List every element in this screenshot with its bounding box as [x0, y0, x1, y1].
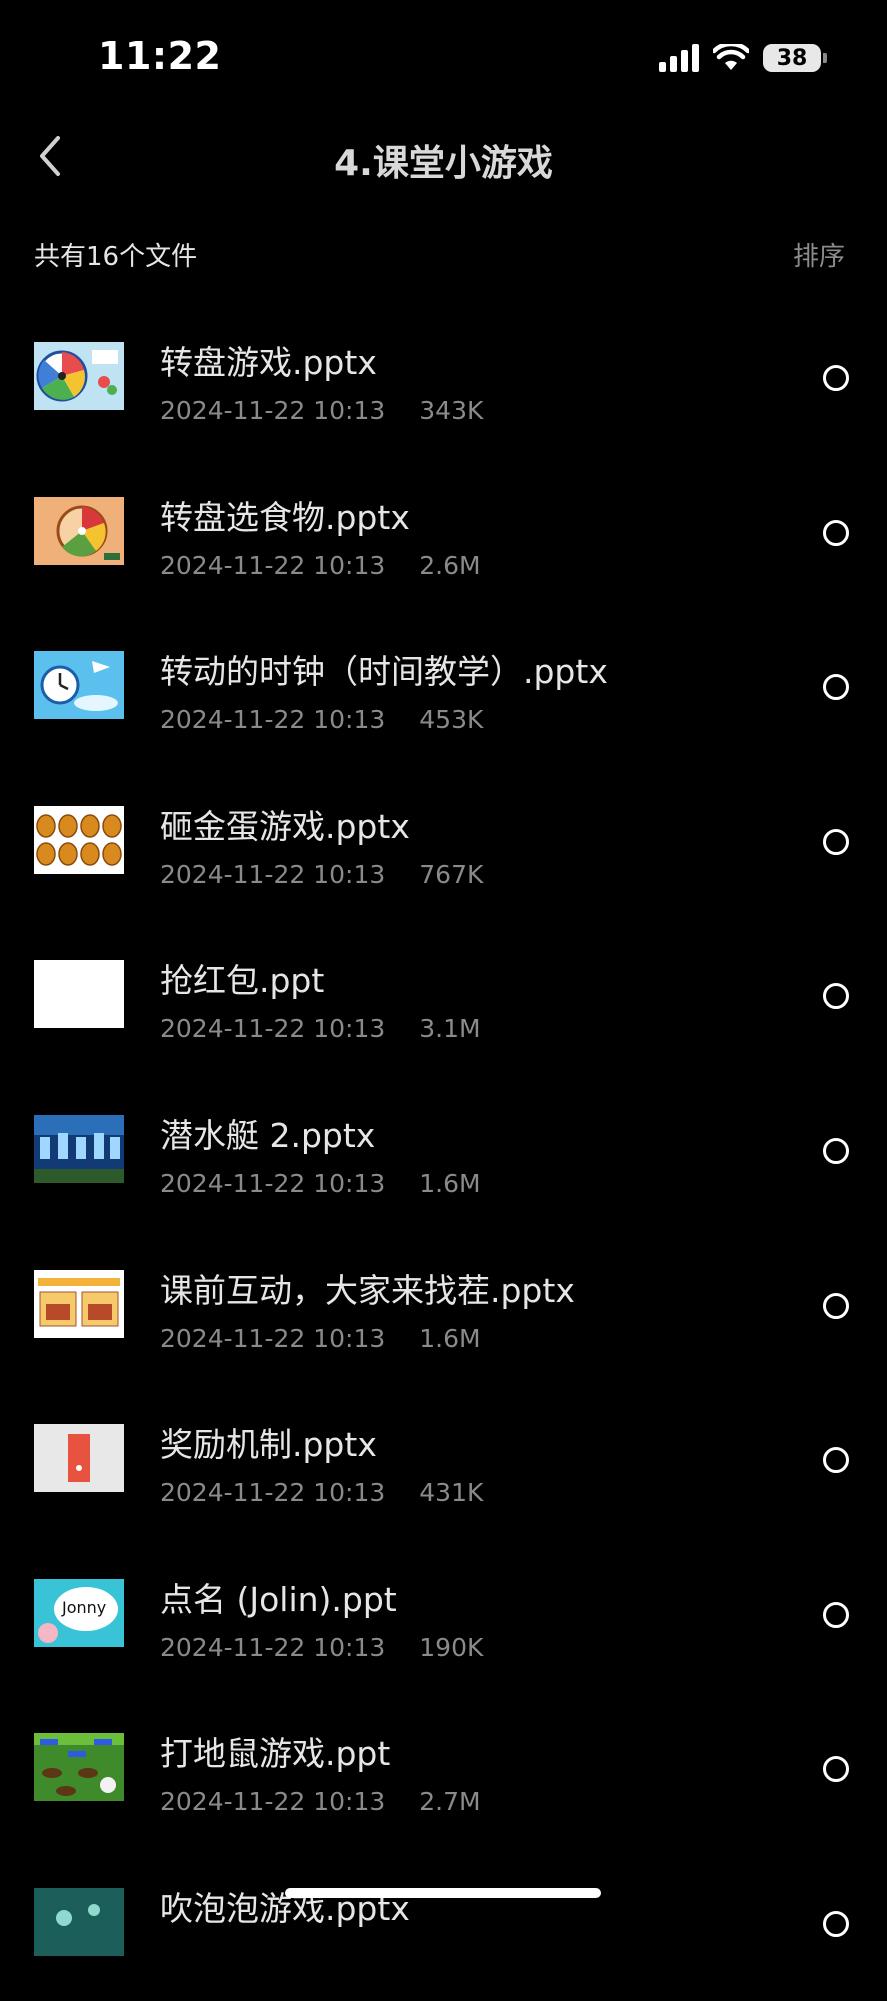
spot-difference-thumbnail	[34, 1269, 124, 1338]
file-name: 转盘游戏.pptx	[160, 343, 377, 382]
file-date: 2024-11-22 10:13	[160, 1787, 386, 1817]
file-name: 砸金蛋游戏.pptx	[160, 806, 410, 846]
file-date: 2024-11-22 10:13	[160, 1478, 386, 1508]
list-item[interactable]: 抢红包.ppt 2024-11-22 10:13 3.1M	[0, 918, 887, 1073]
list-item[interactable]: 转盘选食物.pptx 2024-11-22 10:13 2.6M	[0, 455, 887, 610]
file-size: 190K	[419, 1632, 484, 1662]
status-bar: 11:22 38	[0, 0, 887, 110]
cellular-signal-icon	[659, 44, 699, 72]
file-name: 抢红包.ppt	[160, 961, 325, 1001]
nav-bar: 4.课堂小游戏	[0, 120, 887, 192]
file-size: 1.6M	[419, 1323, 481, 1353]
file-list: 转盘游戏.pptx 2024-11-22 10:13 343K 转盘选食物.ppt…	[0, 300, 887, 2001]
clock-thumbnail	[34, 651, 124, 720]
thumbnail-text: Jonny	[62, 1597, 107, 1617]
file-meta: 2024-11-22 10:13 1.6M	[160, 1324, 481, 1353]
select-radio[interactable]	[823, 1910, 849, 1937]
select-radio[interactable]	[823, 1447, 849, 1474]
blank-white-thumbnail	[34, 960, 124, 1029]
sort-button[interactable]: 排序	[793, 236, 845, 273]
list-item[interactable]: Jonny 点名 (Jolin).ppt 2024-11-22 10:13 190…	[0, 1537, 887, 1692]
select-radio[interactable]	[823, 674, 849, 701]
list-header: 共有16个文件 排序	[0, 232, 887, 276]
select-radio[interactable]	[823, 365, 849, 391]
list-item[interactable]: 吹泡泡游戏.pptx	[0, 1846, 887, 2001]
whack-a-mole-thumbnail	[34, 1733, 124, 1802]
file-meta: 2024-11-22 10:13 767K	[160, 860, 483, 889]
select-radio[interactable]	[823, 1756, 849, 1783]
list-item[interactable]: 潜水艇 2.pptx 2024-11-22 10:13 1.6M	[0, 1073, 887, 1228]
select-radio[interactable]	[823, 1292, 849, 1319]
file-name: 转动的时钟（时间教学）.pptx	[160, 652, 608, 692]
file-size: 343K	[419, 396, 484, 425]
file-size: 3.1M	[419, 1014, 481, 1044]
list-item[interactable]: 课前互动，大家来找茬.pptx 2024-11-22 10:13 1.6M	[0, 1228, 887, 1383]
file-date: 2024-11-22 10:13	[160, 396, 386, 425]
select-radio[interactable]	[823, 519, 849, 546]
file-date: 2024-11-22 10:13	[160, 1014, 386, 1044]
roll-call-thumbnail: Jonny	[34, 1578, 124, 1647]
status-icons: 38	[659, 42, 827, 74]
file-date: 2024-11-22 10:13	[160, 1323, 386, 1353]
reward-thumbnail	[34, 1424, 124, 1493]
battery-icon: 38	[763, 44, 821, 72]
list-item[interactable]: 奖励机制.pptx 2024-11-22 10:13 431K	[0, 1382, 887, 1537]
file-size: 1.6M	[419, 1168, 481, 1198]
wifi-icon	[713, 44, 749, 70]
file-size: 453K	[419, 705, 484, 735]
list-item[interactable]: 打地鼠游戏.ppt 2024-11-22 10:13 2.7M	[0, 1691, 887, 1846]
file-size: 767K	[419, 859, 484, 889]
golden-eggs-thumbnail	[34, 805, 124, 874]
file-meta: 2024-11-22 10:13 343K	[160, 396, 483, 425]
battery-tip	[823, 53, 827, 63]
file-count: 共有16个文件	[34, 242, 198, 272]
home-indicator[interactable]	[285, 1888, 601, 1898]
file-meta: 2024-11-22 10:13 453K	[160, 705, 483, 734]
file-name: 潜水艇 2.pptx	[160, 1115, 376, 1155]
file-meta	[160, 1942, 194, 1971]
file-meta: 2024-11-22 10:13 3.1M	[160, 1014, 481, 1043]
file-size: 431K	[419, 1478, 484, 1508]
page-title: 4.课堂小游戏	[334, 143, 553, 184]
select-radio[interactable]	[823, 983, 849, 1010]
file-meta: 2024-11-22 10:13 1.6M	[160, 1169, 481, 1198]
file-name: 转盘选食物.pptx	[160, 497, 410, 537]
bubbles-thumbnail	[34, 1887, 124, 1956]
file-meta: 2024-11-22 10:13 190K	[160, 1633, 483, 1662]
file-name: 课前互动，大家来找茬.pptx	[160, 1270, 575, 1310]
file-date: 2024-11-22 10:13	[160, 705, 386, 735]
file-date: 2024-11-22 10:13	[160, 1168, 386, 1198]
file-size: 2.6M	[419, 550, 481, 580]
food-wheel-thumbnail	[34, 496, 124, 565]
file-meta: 2024-11-22 10:13 431K	[160, 1478, 483, 1507]
file-date: 2024-11-22 10:13	[160, 550, 386, 580]
select-radio[interactable]	[823, 828, 849, 855]
select-radio[interactable]	[823, 1137, 849, 1164]
file-date: 2024-11-22 10:13	[160, 859, 386, 889]
select-radio[interactable]	[823, 1601, 849, 1628]
battery-level: 38	[776, 45, 808, 71]
file-name: 奖励机制.pptx	[160, 1425, 377, 1465]
file-size: 2.7M	[419, 1787, 481, 1817]
file-name: 打地鼠游戏.ppt	[160, 1734, 391, 1774]
list-item[interactable]: 砸金蛋游戏.pptx 2024-11-22 10:13 767K	[0, 764, 887, 919]
file-meta: 2024-11-22 10:13 2.6M	[160, 551, 481, 580]
file-meta: 2024-11-22 10:13 2.7M	[160, 1787, 481, 1816]
file-name: 点名 (Jolin).ppt	[160, 1579, 397, 1619]
file-date: 2024-11-22 10:13	[160, 1632, 386, 1662]
submarine-thumbnail	[34, 1114, 124, 1183]
list-item[interactable]: 转动的时钟（时间教学）.pptx 2024-11-22 10:13 453K	[0, 609, 887, 764]
spinning-wheel-thumbnail	[34, 342, 124, 410]
status-time: 11:22	[98, 34, 222, 78]
list-item[interactable]: 转盘游戏.pptx 2024-11-22 10:13 343K	[0, 300, 887, 455]
